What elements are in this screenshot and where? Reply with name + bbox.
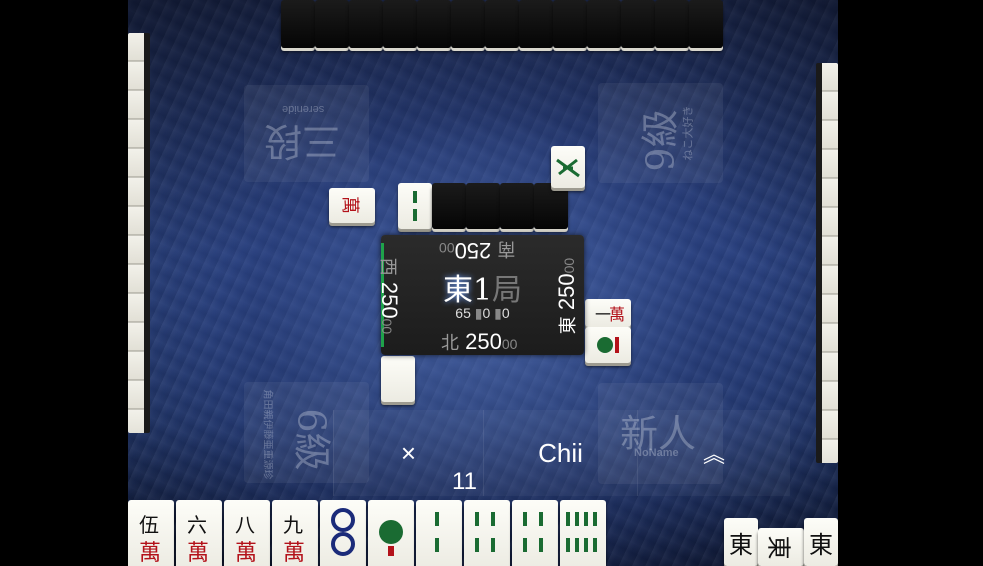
score-left: 西 25000 [376, 258, 402, 334]
top-discard-tile-back-2 [466, 183, 500, 229]
east-wind-glyph: 東 [764, 535, 793, 559]
hand-tile-2p[interactable] [320, 500, 366, 566]
remaining-tiles: 65 [455, 305, 471, 321]
score-self-value: 250 [465, 329, 502, 354]
top-discard-tile-back-4 [534, 183, 568, 229]
tile-suit-glyph: 萬 [283, 541, 305, 566]
tile-number-glyph: 八 [235, 513, 255, 537]
hand-tile-2s[interactable] [416, 500, 462, 566]
meld-tile-east-2: 東 [804, 518, 838, 566]
character-tile-icon: 九萬 [283, 513, 305, 566]
bamboo-tile-icon [566, 512, 597, 552]
round-kyoku: 局 [492, 273, 523, 308]
tile-number-glyph: 六 [187, 513, 207, 537]
top-player-rank: 三段 [264, 119, 341, 163]
chevron-up-double-icon: ︽ [702, 442, 725, 467]
self-discard-tile [381, 356, 415, 402]
tile-suit-glyph: 萬 [187, 541, 209, 566]
east-wind-glyph: 東 [809, 530, 833, 559]
score-right-value: 250 [554, 273, 580, 311]
score-top-value: 250 [454, 238, 492, 263]
tile-suit-glyph: 萬 [235, 541, 257, 566]
chii-label: Chii [538, 437, 583, 468]
hand-tile-4s[interactable] [464, 500, 510, 566]
score-left-value: 250 [377, 281, 403, 319]
hand-tile-4s-b[interactable] [512, 500, 558, 566]
left-opponent-hand [128, 33, 150, 433]
score-left-suffix: 00 [379, 318, 396, 335]
meld-tile-east: 東 [724, 518, 758, 566]
character-tile-icon: 六萬 [187, 513, 209, 566]
score-top: 南 25000 [439, 237, 515, 263]
round-wind: 東 [442, 273, 473, 308]
tile-suit-glyph: 萬 [139, 541, 161, 566]
tile-number-glyph: 九 [283, 513, 303, 537]
right-discard-tile-1: 一 萬 [585, 299, 631, 327]
hand-tile-8s[interactable] [560, 500, 606, 566]
turn-timer: 11 [452, 468, 477, 495]
seat-wind-right: 東 [558, 316, 580, 335]
top-discard-tile-back-3 [500, 183, 534, 229]
top-discard-tile-1 [398, 183, 432, 229]
score-self-suffix: 00 [501, 336, 518, 352]
right-player-rank: 9級 [638, 109, 683, 172]
bird-tile-icon [597, 337, 619, 353]
discard-tile-left-player: 萬 [329, 188, 375, 223]
character-tile-icon: 伍萬 [139, 513, 161, 566]
top-discard-tile-back-1 [432, 183, 466, 229]
right-player-name: ねこ大好き [681, 105, 695, 161]
bamboo-tile-icon [523, 512, 543, 552]
bamboo-tile-icon [435, 512, 439, 552]
hand-tile-5m-red[interactable]: 伍萬 [128, 500, 174, 566]
circle-tile-icon [331, 508, 355, 556]
skip-label: × [400, 437, 417, 468]
call-action-bar: × Chii ︽ [333, 410, 790, 496]
bamboo-tile-icon [556, 158, 580, 178]
seat-wind-left: 西 [377, 257, 399, 276]
honba-count: 0 [482, 305, 491, 321]
top-discard-tile-bamboo [551, 146, 585, 188]
riichi-stick-icon: ▮ [494, 305, 502, 321]
top-player-panel: serenide 三段 [244, 85, 369, 182]
round-number: 1 [472, 273, 493, 308]
seat-wind-self: 北 [441, 333, 459, 354]
character-tile-icon: 萬 [339, 196, 360, 214]
round-info-panel: 東1局 65 ▮0 ▮0 北 25000 南 25000 東 25000 西 2… [377, 235, 584, 355]
riichi-count: 0 [501, 305, 510, 321]
right-opponent-hand [816, 63, 838, 463]
chii-button[interactable]: Chii [483, 410, 637, 496]
east-wind-glyph: 東 [729, 530, 753, 559]
hand-tile-6m[interactable]: 六萬 [176, 500, 222, 566]
hand-tile-9m[interactable]: 九萬 [272, 500, 318, 566]
top-player-name: serenide [282, 103, 325, 115]
seat-wind-top: 南 [497, 238, 516, 259]
score-top-suffix: 00 [439, 240, 455, 256]
hand-tile-8m[interactable]: 八萬 [224, 500, 270, 566]
meld-tile-east-sideways: 東 [758, 528, 804, 566]
tile-number-glyph: 伍 [139, 513, 159, 537]
score-right-suffix: 00 [561, 257, 578, 274]
svg-text:萬: 萬 [609, 305, 625, 324]
score-right: 東 25000 [554, 258, 580, 334]
right-player-panel: 9級 ねこ大好き [598, 83, 723, 183]
right-discard-tile-2 [585, 327, 631, 363]
bamboo-tile-icon [413, 191, 417, 221]
bamboo-tile-icon [475, 512, 495, 552]
expand-options-button[interactable]: ︽ [637, 410, 790, 496]
hand-tile-1s[interactable] [368, 500, 414, 566]
character-tile-icon: 八萬 [235, 513, 257, 566]
svg-text:萬: 萬 [339, 196, 360, 214]
bird-tile-icon [379, 520, 403, 556]
score-self: 北 25000 [441, 329, 517, 355]
character-tile-icon: 一 萬 [595, 305, 625, 324]
left-player-name: 角田親伊藤亜重源珍 [261, 389, 273, 480]
